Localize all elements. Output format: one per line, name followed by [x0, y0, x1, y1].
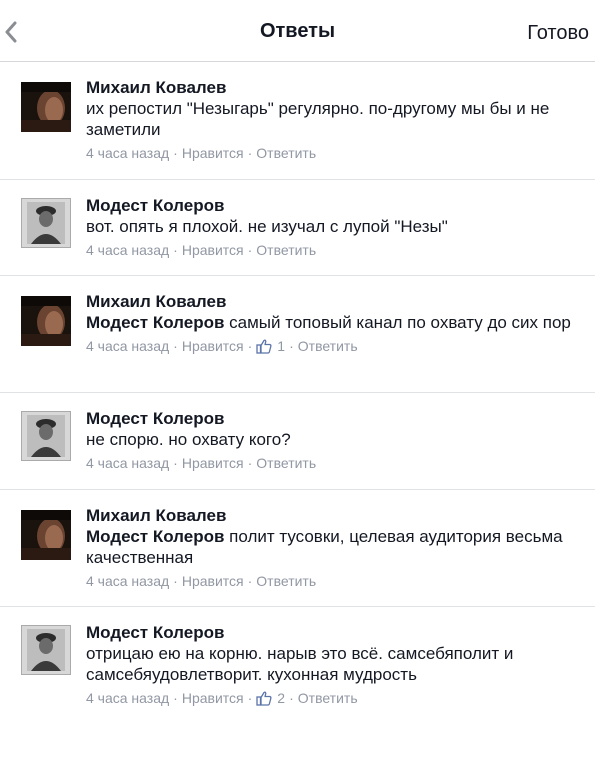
- comment-meta: 4 часа назад · Нравится · 1 · Ответить: [86, 336, 575, 356]
- comment-text: Модест Колеров самый топовый канал по ох…: [86, 312, 575, 333]
- avatar[interactable]: [21, 411, 71, 461]
- comment-meta: 4 часа назад · Нравится · Ответить: [86, 143, 575, 163]
- comment-body: их репостил "Незыгарь" регулярно. по-дру…: [86, 99, 550, 139]
- meta-separator: ·: [173, 338, 178, 354]
- mention-link[interactable]: Модест Колеров: [86, 313, 224, 332]
- meta-separator: ·: [247, 338, 253, 354]
- comment-text: отрицаю ею на корню. нарыв это всё. самс…: [86, 643, 575, 685]
- meta-separator: ·: [289, 690, 294, 706]
- comment-author[interactable]: Михаил Ковалев: [86, 291, 575, 312]
- comment-item: Модест Колеров отрицаю ею на корню. нары…: [0, 607, 595, 725]
- comment-time[interactable]: 4 часа назад: [86, 143, 169, 163]
- reply-button[interactable]: Ответить: [256, 143, 316, 163]
- meta-separator: ·: [247, 455, 253, 471]
- avatar-kovalev-image: [21, 296, 71, 346]
- comment-time[interactable]: 4 часа назад: [86, 240, 169, 260]
- like-button[interactable]: Нравится: [182, 336, 244, 356]
- reply-button[interactable]: Ответить: [256, 453, 316, 473]
- reply-button[interactable]: Ответить: [298, 336, 358, 356]
- mention-link[interactable]: Модест Колеров: [86, 527, 224, 546]
- meta-separator: ·: [173, 145, 178, 161]
- like-button[interactable]: Нравится: [182, 688, 244, 708]
- like-button[interactable]: Нравится: [182, 240, 244, 260]
- comment-text: вот. опять я плохой. не изучал с лупой "…: [86, 216, 575, 237]
- comment-body: не спорю. но охвату кого?: [86, 430, 291, 449]
- comment-item: Михаил Ковалев Модест Колеров полит тусо…: [0, 490, 595, 607]
- comment-item: Михаил Ковалев их репостил "Незыгарь" ре…: [0, 62, 595, 180]
- comment-author[interactable]: Модест Колеров: [86, 408, 575, 429]
- avatar[interactable]: [21, 296, 71, 346]
- like-count[interactable]: 2: [277, 688, 285, 708]
- nav-bar: Ответы Готово: [0, 0, 595, 62]
- reply-button[interactable]: Ответить: [256, 240, 316, 260]
- avatar-kolerov-image: [21, 625, 71, 675]
- comment-text: Модест Колеров полит тусовки, целевая ау…: [86, 526, 575, 568]
- comment-author[interactable]: Модест Колеров: [86, 195, 575, 216]
- comment-body: отрицаю ею на корню. нарыв это всё. самс…: [86, 644, 514, 684]
- comment-meta: 4 часа назад · Нравится · Ответить: [86, 571, 575, 591]
- meta-separator: ·: [173, 455, 178, 471]
- like-count[interactable]: 1: [277, 336, 285, 356]
- comment-time[interactable]: 4 часа назад: [86, 336, 169, 356]
- comment-meta: 4 часа назад · Нравится · 2 · Ответить: [86, 688, 575, 708]
- comment-author[interactable]: Михаил Ковалев: [86, 77, 575, 98]
- comment-meta: 4 часа назад · Нравится · Ответить: [86, 453, 575, 473]
- avatar[interactable]: [21, 82, 71, 132]
- comment-text: не спорю. но охвату кого?: [86, 429, 575, 450]
- page-title: Ответы: [259, 20, 336, 42]
- meta-separator: ·: [173, 573, 178, 589]
- comment-body: самый топовый канал по охвату до сих пор: [224, 313, 571, 332]
- comment-item: Модест Колеров не спорю. но охвату кого?…: [0, 393, 595, 490]
- comment-time[interactable]: 4 часа назад: [86, 571, 169, 591]
- avatar-kovalev-image: [21, 510, 71, 560]
- reply-button[interactable]: Ответить: [256, 571, 316, 591]
- like-button[interactable]: Нравится: [182, 453, 244, 473]
- avatar[interactable]: [21, 625, 71, 675]
- thumbs-up-icon[interactable]: [256, 338, 272, 354]
- avatar-kovalev-image: [21, 82, 71, 132]
- comment-body: вот. опять я плохой. не изучал с лупой "…: [86, 217, 448, 236]
- comment-meta: 4 часа назад · Нравится · Ответить: [86, 240, 575, 260]
- comment-author[interactable]: Модест Колеров: [86, 622, 575, 643]
- comment-time[interactable]: 4 часа назад: [86, 688, 169, 708]
- meta-separator: ·: [247, 145, 253, 161]
- avatar-kolerov-image: [21, 198, 71, 248]
- meta-separator: ·: [289, 338, 294, 354]
- reply-button[interactable]: Ответить: [298, 688, 358, 708]
- avatar[interactable]: [21, 510, 71, 560]
- comment-author[interactable]: Михаил Ковалев: [86, 505, 575, 526]
- like-button[interactable]: Нравится: [182, 143, 244, 163]
- comment-item: Михаил Ковалев Модест Колеров самый топо…: [0, 276, 595, 393]
- meta-separator: ·: [247, 242, 253, 258]
- meta-separator: ·: [247, 690, 253, 706]
- comment-item: Модест Колеров вот. опять я плохой. не и…: [0, 180, 595, 276]
- comment-time[interactable]: 4 часа назад: [86, 453, 169, 473]
- meta-separator: ·: [173, 690, 178, 706]
- done-button[interactable]: Готово: [527, 20, 589, 46]
- meta-separator: ·: [173, 242, 178, 258]
- like-button[interactable]: Нравится: [182, 571, 244, 591]
- avatar-kolerov-image: [21, 411, 71, 461]
- avatar[interactable]: [21, 198, 71, 248]
- thumbs-up-icon[interactable]: [256, 690, 272, 706]
- comment-text: их репостил "Незыгарь" регулярно. по-дру…: [86, 98, 575, 140]
- meta-separator: ·: [247, 573, 253, 589]
